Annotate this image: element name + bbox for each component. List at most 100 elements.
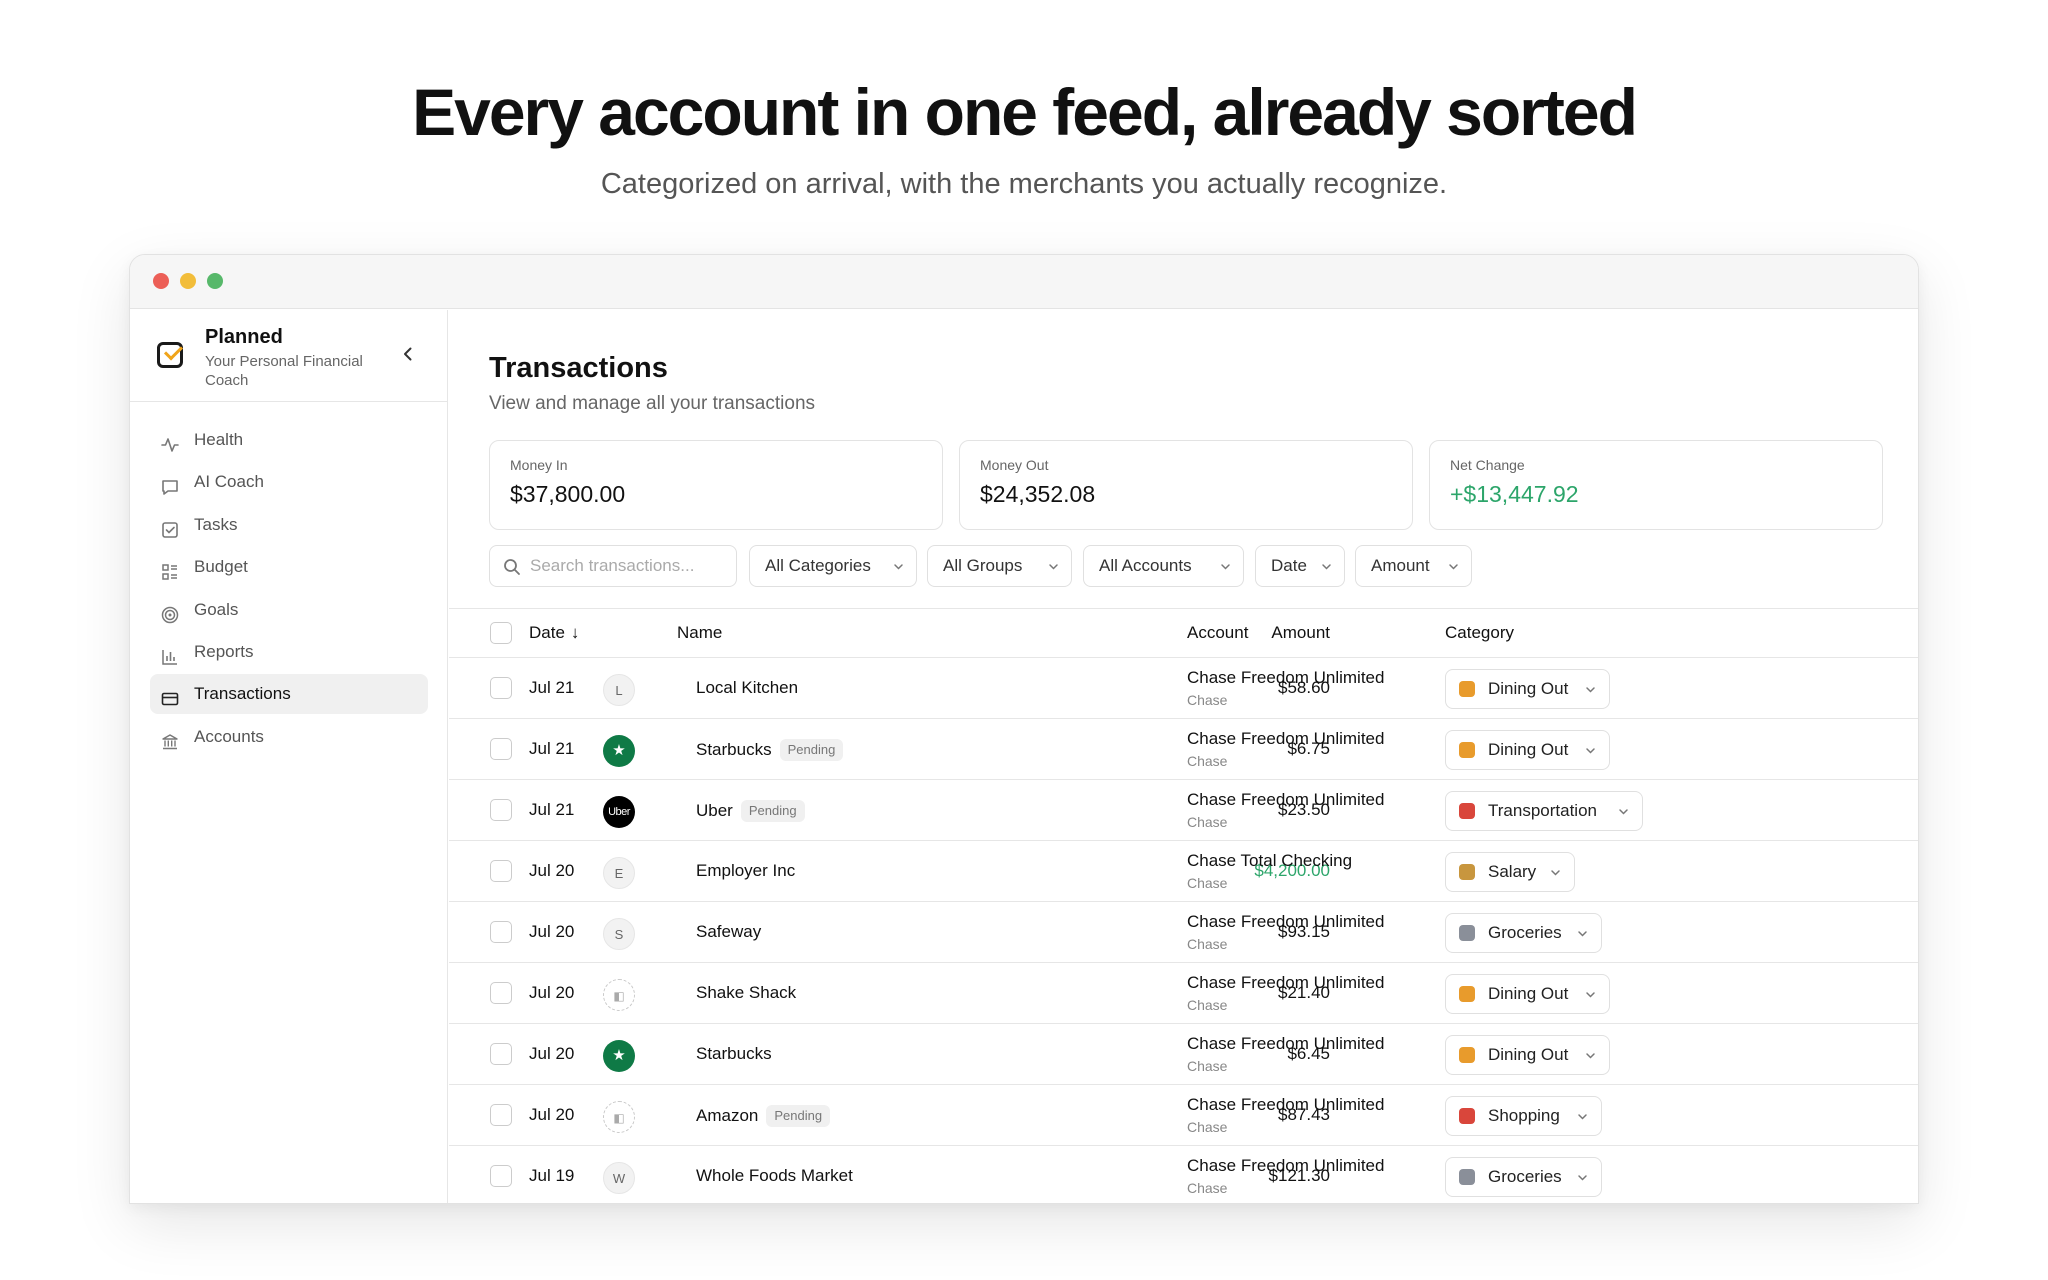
- starbucks-logo-icon: ★: [603, 1040, 635, 1072]
- merchant-name-cell: Whole Foods Market: [696, 1166, 853, 1186]
- sidebar-item-health[interactable]: Health: [150, 420, 428, 460]
- account-institution: Chase: [1187, 1180, 1228, 1196]
- column-label: Date: [529, 623, 565, 642]
- account-institution: Chase: [1187, 875, 1228, 891]
- transaction-date: Jul 21: [529, 800, 575, 819]
- sidebar-nav: Health AI Coach Tasks Budget Goals Reports Tra…: [150, 420, 428, 759]
- merchant-name: Whole Foods Market: [696, 1166, 853, 1185]
- amount-column-header: Amount: [1271, 623, 1330, 642]
- merchant-name-cell: Amazon Pending: [696, 1105, 831, 1127]
- merchant-name: Amazon: [696, 1106, 759, 1125]
- sidebar-item-tasks[interactable]: Tasks: [150, 505, 428, 545]
- account-name: Chase Freedom Unlimited: [1187, 912, 1385, 931]
- money-out-value: $24,352.08: [980, 481, 1096, 507]
- brand-name: Planned: [205, 326, 283, 348]
- category-dropdown[interactable]: Dining Out: [1445, 730, 1610, 770]
- hero-subtitle: Categorized on arrival, with the merchan…: [600, 168, 1448, 200]
- merchant-initial-avatar: L: [603, 674, 635, 706]
- row-checkbox[interactable]: [490, 982, 512, 1004]
- account-name: Chase Freedom Unlimited: [1187, 1034, 1385, 1053]
- sidebar-item-budget[interactable]: Budget: [150, 547, 428, 587]
- sidebar-item-label: Reports: [194, 641, 254, 661]
- sidebar-item-transactions[interactable]: Transactions: [150, 674, 428, 715]
- chevron-down-icon: [1586, 687, 1595, 693]
- chevron-left-icon: [404, 347, 412, 361]
- filter-categories-dropdown[interactable]: All Categories: [749, 545, 917, 587]
- date-column-header[interactable]: Date ↓: [529, 623, 579, 643]
- category-dropdown[interactable]: Groceries: [1445, 1157, 1602, 1197]
- collapse-sidebar-button[interactable]: [398, 344, 418, 364]
- merchant-name: Employer Inc: [696, 861, 796, 880]
- category-dropdown[interactable]: Salary: [1445, 852, 1575, 892]
- minimize-window-button[interactable]: [180, 273, 196, 289]
- row-checkbox[interactable]: [490, 799, 512, 821]
- merchant-initial-avatar: W: [603, 1162, 635, 1194]
- row-checkbox[interactable]: [490, 677, 512, 699]
- table-row[interactable]: Jul 20 S Safeway $93.15 Chase Freedom Unlimi…: [449, 902, 1918, 963]
- category-emoji-icon: [1459, 681, 1475, 697]
- sidebar-item-ai-coach[interactable]: AI Coach: [150, 462, 428, 502]
- row-checkbox[interactable]: [490, 860, 512, 882]
- filter-date-dropdown[interactable]: Date: [1255, 545, 1345, 587]
- table-row[interactable]: Jul 20 E Employer Inc $4,200.00 Chase Total …: [449, 841, 1918, 902]
- filter-amount-dropdown[interactable]: Amount: [1355, 545, 1472, 587]
- sidebar: Planned Your Personal Financial Coach He…: [130, 310, 448, 1203]
- transaction-date: Jul 20: [529, 983, 575, 1002]
- pending-badge: Pending: [740, 800, 805, 822]
- row-checkbox[interactable]: [490, 1043, 512, 1065]
- merchant-name: Local Kitchen: [696, 678, 799, 697]
- table-row[interactable]: Jul 19 W Whole Foods Market $121.30 Chase Fr…: [449, 1146, 1918, 1203]
- sidebar-item-accounts[interactable]: Accounts: [150, 717, 428, 757]
- filter-groups-dropdown[interactable]: All Groups: [927, 545, 1072, 587]
- row-checkbox[interactable]: [490, 1104, 512, 1126]
- chevron-down-icon: [1586, 992, 1595, 998]
- account-column-header: Account: [1187, 623, 1249, 642]
- category-dropdown[interactable]: Dining Out: [1445, 974, 1610, 1014]
- sidebar-item-label: Goals: [194, 599, 239, 619]
- category-emoji-icon: [1459, 1108, 1475, 1124]
- table-row[interactable]: Jul 21 L Local Kitchen $58.60 Chase Freedom …: [449, 658, 1918, 719]
- table-row[interactable]: Jul 20 ◧ Shake Shack $21.40 Chase Freedom Un…: [449, 963, 1918, 1024]
- account-name: Chase Freedom Unlimited: [1187, 973, 1385, 992]
- category-dropdown[interactable]: Dining Out: [1445, 1035, 1610, 1075]
- table-row[interactable]: Jul 20 ◧ Amazon Pending $87.43 Chase Freedom …: [449, 1085, 1918, 1146]
- bar-chart-icon: [160, 642, 180, 665]
- transaction-date: Jul 21: [529, 678, 575, 697]
- sidebar-item-goals[interactable]: Goals: [150, 590, 428, 630]
- filter-label: Amount: [1371, 556, 1430, 575]
- chevron-down-icon: [1586, 748, 1595, 754]
- sidebar-item-label: AI Coach: [194, 472, 264, 492]
- account-institution: Chase: [1187, 997, 1228, 1013]
- table-row[interactable]: Jul 20 ★ Starbucks $6.45 Chase Freedom Unlim…: [449, 1024, 1918, 1085]
- search-input[interactable]: [530, 556, 725, 576]
- row-checkbox[interactable]: [490, 738, 512, 760]
- zoom-window-button[interactable]: [207, 273, 223, 289]
- planned-logo-icon: [157, 342, 183, 368]
- net-change-label: Net Change: [1450, 457, 1525, 473]
- category-dropdown[interactable]: Shopping: [1445, 1096, 1602, 1136]
- category-dropdown[interactable]: Dining Out: [1445, 669, 1610, 709]
- close-window-button[interactable]: [153, 273, 169, 289]
- transaction-date: Jul 20: [529, 922, 575, 941]
- row-checkbox[interactable]: [490, 1165, 512, 1187]
- table-row[interactable]: Jul 21 Uber Uber Pending $23.50 Chase Freedom…: [449, 780, 1918, 841]
- category-emoji-icon: [1459, 803, 1475, 819]
- merchant-name-cell: Starbucks Pending: [696, 739, 844, 761]
- category-dropdown[interactable]: Groceries: [1445, 913, 1602, 953]
- row-checkbox[interactable]: [490, 921, 512, 943]
- select-all-checkbox[interactable]: [490, 622, 512, 644]
- page-title: Transactions: [489, 352, 668, 384]
- broken-image-icon: ◧: [603, 1101, 635, 1133]
- chevron-down-icon: [1586, 1053, 1595, 1059]
- starbucks-logo-icon: ★: [603, 735, 635, 767]
- category-label: Salary: [1488, 862, 1537, 881]
- sidebar-item-label: Accounts: [194, 726, 264, 746]
- filter-accounts-dropdown[interactable]: All Accounts: [1083, 545, 1244, 587]
- transaction-date: Jul 20: [529, 1044, 575, 1063]
- net-change-card: Net Change +$13,447.92: [1429, 440, 1883, 530]
- category-emoji-icon: [1459, 1169, 1475, 1185]
- category-emoji-icon: [1459, 1047, 1475, 1063]
- category-dropdown[interactable]: Transportation: [1445, 791, 1643, 831]
- table-row[interactable]: Jul 21 ★ Starbucks Pending $6.75 Chase Freedo…: [449, 719, 1918, 780]
- sidebar-item-reports[interactable]: Reports: [150, 632, 428, 672]
